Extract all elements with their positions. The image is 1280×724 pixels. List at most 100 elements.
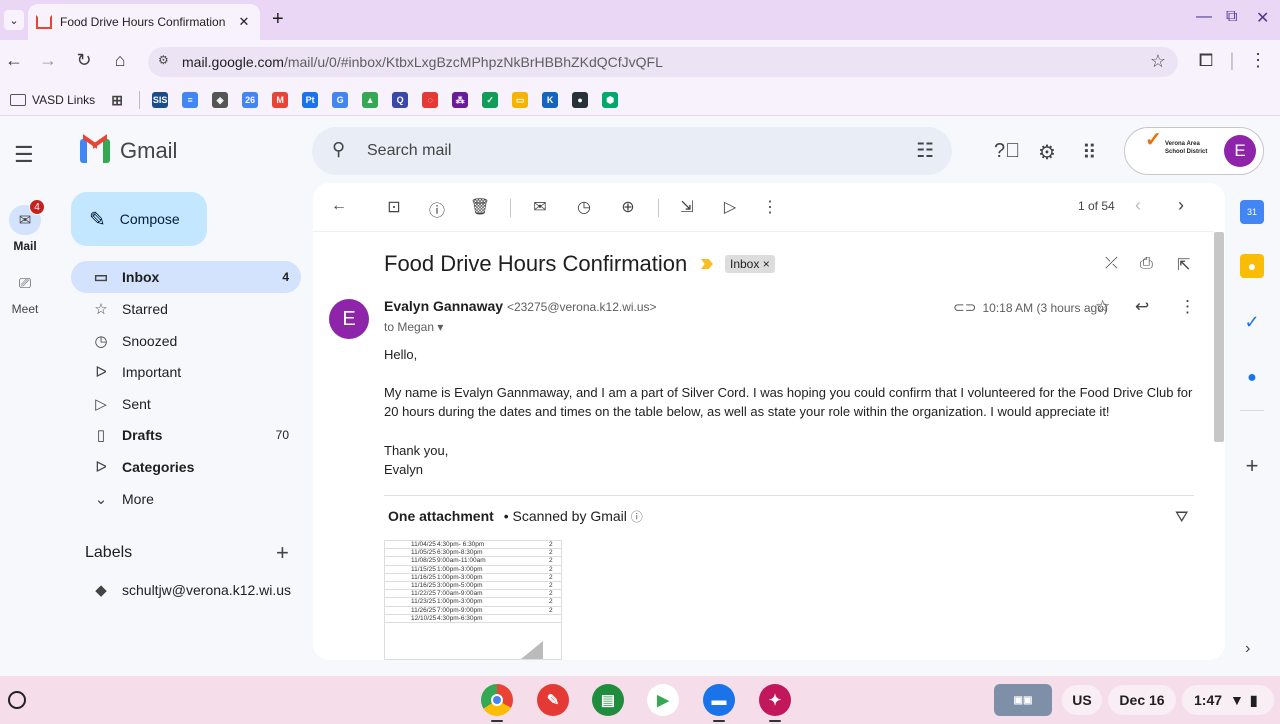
main-menu-icon[interactable]: ☰ xyxy=(14,142,34,168)
gallery-app-icon[interactable]: ✦ xyxy=(759,684,791,716)
restore-icon[interactable]: ⧉ xyxy=(1226,8,1237,26)
date-indicator[interactable]: Dec 16 xyxy=(1108,685,1176,715)
bookmark-k-icon[interactable]: K xyxy=(542,91,559,108)
add-to-tasks-icon[interactable]: ⊕ xyxy=(617,197,639,217)
tab-gmail[interactable]: Food Drive Hours Confirmation ✕ xyxy=(28,4,260,40)
more-actions-icon[interactable]: ⋮ xyxy=(759,197,781,217)
reply-icon[interactable]: ↩ xyxy=(1135,297,1149,317)
close-window-icon[interactable]: ✕ xyxy=(1256,8,1269,28)
account-avatar[interactable]: E xyxy=(1224,135,1256,167)
new-tab-icon[interactable]: + xyxy=(272,8,284,31)
tasks-icon[interactable]: ✓ xyxy=(1240,310,1264,334)
sender-name[interactable]: Evalyn Gannaway xyxy=(384,298,503,314)
bookmark-drive-icon[interactable]: ▲ xyxy=(362,91,379,108)
sender-avatar[interactable]: E xyxy=(329,299,369,339)
bookmark-shield-icon[interactable]: ◈ xyxy=(212,91,229,108)
collapse-all-icon[interactable]: ⤫ xyxy=(1105,255,1118,273)
search-input[interactable]: ⚲ Search mail ☷ xyxy=(312,127,952,175)
gmail-logo[interactable]: Gmail xyxy=(80,134,177,164)
search-icon[interactable]: ⚲ xyxy=(332,139,345,160)
back-icon[interactable]: ← xyxy=(2,50,26,71)
nav-item-inbox[interactable]: ▭ Inbox 4 xyxy=(71,261,301,293)
google-apps-icon[interactable]: ⠿ xyxy=(1082,140,1097,165)
nav-item-more[interactable]: ⌄ More xyxy=(71,483,301,515)
chrome-menu-icon[interactable]: ⋮ xyxy=(1246,50,1270,71)
files-app-icon[interactable]: ▬ xyxy=(703,684,735,716)
contacts-icon[interactable]: ● xyxy=(1240,366,1264,390)
forward-icon[interactable]: → xyxy=(36,50,60,71)
importance-marker-icon[interactable] xyxy=(701,259,713,269)
bookmark-sis-icon[interactable]: SIS xyxy=(152,91,169,108)
newer-chevron-icon[interactable]: ‹ xyxy=(1135,195,1141,216)
attachment-thumbnail[interactable]: 11/04/25 4:30pm- 6:30pm 2 11/05/25 6:30pm-8:… xyxy=(384,540,562,660)
input-method-indicator[interactable]: US xyxy=(1062,685,1102,715)
info-icon[interactable]: ⓘ xyxy=(631,510,643,524)
bookmark-google-icon[interactable]: G xyxy=(332,91,349,108)
bookmark-dots-icon[interactable]: ⁂ xyxy=(452,91,469,108)
settings-gear-icon[interactable]: ⚙ xyxy=(1038,140,1056,165)
bookmark-docs-icon[interactable]: ≡ xyxy=(182,91,199,108)
site-info-icon[interactable]: ⚙ xyxy=(158,53,169,67)
details-dropdown-icon[interactable]: ▾ xyxy=(437,320,443,334)
bookmark-star-icon[interactable]: ☆ xyxy=(1150,51,1166,72)
nav-item-snoozed[interactable]: ◷ Snoozed xyxy=(71,325,301,357)
minimize-icon[interactable]: — xyxy=(1196,8,1212,26)
show-side-panel-icon[interactable]: › xyxy=(1245,640,1250,658)
bookmark-edm-icon[interactable]: ● xyxy=(572,91,589,108)
nav-item-starred[interactable]: ☆ Starred xyxy=(71,293,301,325)
home-icon[interactable]: ⌂ xyxy=(108,50,132,71)
pane-scrollbar[interactable] xyxy=(1214,232,1224,442)
bookmark-ring-icon[interactable]: ◌ xyxy=(422,91,439,108)
rail-mail[interactable]: ✉ 4 Mail xyxy=(0,199,50,253)
keep-icon[interactable]: ● xyxy=(1240,254,1264,278)
label-icon[interactable]: ▷ xyxy=(719,197,741,217)
bookmark-slides-icon[interactable]: ▭ xyxy=(512,91,529,108)
classroom-app-icon[interactable]: ▤ xyxy=(592,684,624,716)
screen-capture-icon[interactable]: ▣▣ xyxy=(994,684,1052,716)
play-store-icon[interactable]: ▶ xyxy=(647,684,679,716)
reload-icon[interactable]: ↻ xyxy=(72,50,96,71)
bookmark-green-hex-icon[interactable]: ⬢ xyxy=(602,91,619,108)
nav-item-drafts[interactable]: ▯ Drafts 70 xyxy=(71,419,301,451)
compose-button[interactable]: ✎ Compose xyxy=(71,192,207,246)
launcher-icon[interactable] xyxy=(8,691,26,709)
help-icon[interactable]: ?⃝ xyxy=(994,140,1020,163)
extensions-icon[interactable]: ⧠ xyxy=(1194,50,1218,71)
bookmark-folder-vasd[interactable]: VASD Links xyxy=(10,93,95,107)
add-label-icon[interactable]: + xyxy=(276,540,289,566)
tab-search-chevron-icon[interactable]: ⌄ xyxy=(4,10,24,30)
calendar-icon[interactable]: 31 xyxy=(1240,200,1264,224)
address-bar[interactable]: ⚙ mail.google.com/mail/u/0/#inbox/KtbxLx… xyxy=(148,47,1178,77)
bookmark-gmail-icon[interactable]: M xyxy=(272,91,289,108)
add-to-drive-icon[interactable]: ⛛ xyxy=(1175,509,1188,527)
mark-unread-icon[interactable]: ✉ xyxy=(529,197,551,217)
apps-grid-icon[interactable]: ⊞ xyxy=(109,92,125,108)
recipient-line[interactable]: to Megan ▾ xyxy=(384,320,443,334)
archive-icon[interactable]: ⊡ xyxy=(383,197,405,217)
status-area[interactable]: 1:47 ▼ ▮ xyxy=(1182,685,1274,715)
older-chevron-icon[interactable]: › xyxy=(1178,195,1184,216)
move-to-icon[interactable]: ⇲ xyxy=(676,197,698,217)
search-options-icon[interactable]: ☷ xyxy=(916,138,934,163)
delete-icon[interactable]: 🗑 xyxy=(469,197,491,217)
account-switcher[interactable]: ✓ Verona Area School District E xyxy=(1124,127,1264,175)
bookmark-calendar-icon[interactable]: 26 xyxy=(242,91,259,108)
back-to-inbox-icon[interactable]: ← xyxy=(328,197,350,215)
print-icon[interactable]: ⎙ xyxy=(1140,255,1153,273)
inbox-label-chip[interactable]: Inbox × xyxy=(725,255,775,273)
nav-item-sent[interactable]: ▷ Sent xyxy=(71,388,301,420)
nav-item-important[interactable]: ᐅ Important xyxy=(71,356,301,388)
star-message-icon[interactable]: ☆ xyxy=(1095,297,1110,317)
canvas-app-icon[interactable]: ✎ xyxy=(537,684,569,716)
tab-close-icon[interactable]: ✕ xyxy=(236,14,252,30)
bookmark-check-icon[interactable]: ✓ xyxy=(482,91,499,108)
rail-meet[interactable]: ⎚ Meet xyxy=(0,268,50,317)
bookmark-q-icon[interactable]: Q xyxy=(392,91,409,108)
snooze-icon[interactable]: ◷ xyxy=(573,197,595,217)
message-more-icon[interactable]: ⋮ xyxy=(1179,297,1196,317)
bookmark-pt-icon[interactable]: Pt xyxy=(302,91,319,108)
report-spam-icon[interactable]: ⓘ xyxy=(426,197,448,221)
nav-item-categories[interactable]: ᐅ Categories xyxy=(71,451,301,483)
get-addons-icon[interactable]: + xyxy=(1240,453,1264,478)
label-item[interactable]: ◆ schultjw@verona.k12.wi.us xyxy=(71,574,301,606)
